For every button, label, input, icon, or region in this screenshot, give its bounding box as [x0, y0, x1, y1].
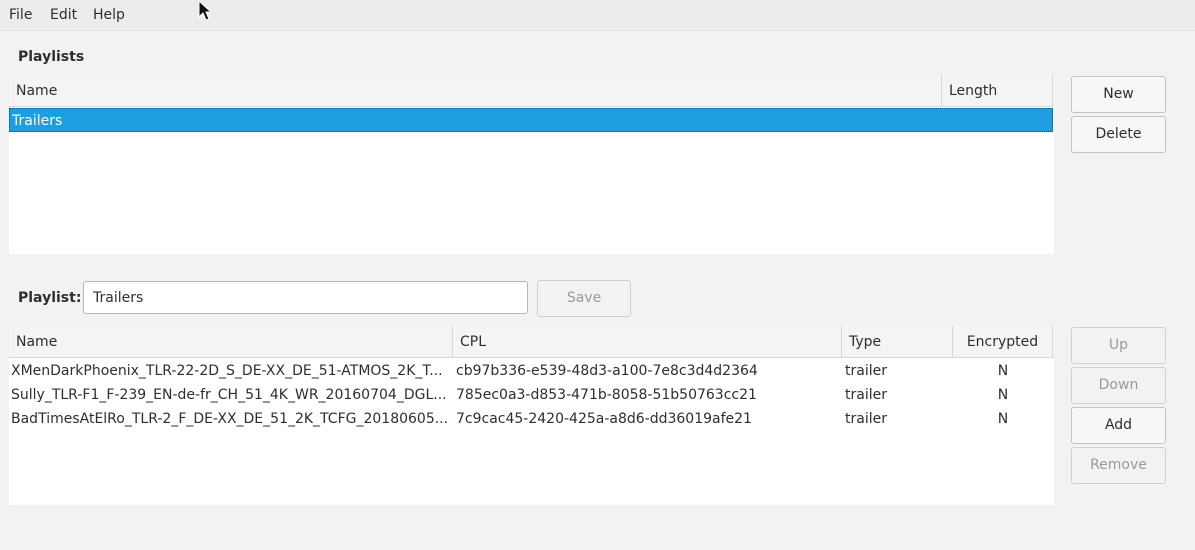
- playlist-name-input[interactable]: [83, 281, 528, 314]
- remove-button[interactable]: Remove: [1071, 447, 1166, 484]
- content-row-type: trailer: [845, 411, 887, 427]
- move-up-button[interactable]: Up: [1071, 327, 1166, 364]
- content-row[interactable]: Sully_TLR-F1_F-239_EN-de-fr_CH_51_4K_WR_…: [9, 383, 1054, 407]
- playlist-content-list[interactable]: Name CPL Type Encrypted XMenDarkPhoenix_…: [9, 326, 1054, 505]
- column-header-encrypted[interactable]: Encrypted: [953, 326, 1053, 358]
- playlists-list[interactable]: Name Length Trailers: [9, 75, 1054, 254]
- menu-bar: File Edit Help: [0, 0, 1195, 31]
- move-down-button[interactable]: Down: [1071, 367, 1166, 404]
- content-row[interactable]: XMenDarkPhoenix_TLR-22-2D_S_DE-XX_DE_51-…: [9, 359, 1054, 383]
- content-row-type: trailer: [845, 387, 887, 403]
- new-playlist-button[interactable]: New: [1071, 76, 1166, 113]
- column-header-name[interactable]: Name: [9, 75, 942, 107]
- content-row-name: Sully_TLR-F1_F-239_EN-de-fr_CH_51_4K_WR_…: [11, 387, 447, 403]
- content-row-cpl: cb97b336-e539-48d3-a100-7e8c3d4d2364: [456, 363, 758, 379]
- playlists-list-header: Name Length: [9, 75, 1054, 107]
- playlist-name-label: Playlist:: [18, 290, 82, 306]
- column-header-length[interactable]: Length: [942, 75, 1053, 107]
- playlist-row-length: [943, 109, 1053, 133]
- menu-file[interactable]: File: [9, 7, 32, 23]
- menu-help[interactable]: Help: [93, 7, 125, 23]
- content-row-type: trailer: [845, 363, 887, 379]
- content-row-encrypted: N: [997, 363, 1009, 379]
- content-row-cpl: 7c9cac45-2420-425a-a8d6-dd36019afe21: [456, 411, 752, 427]
- content-row-name: BadTimesAtElRo_TLR-2_F_DE-XX_DE_51_2K_TC…: [11, 411, 449, 427]
- playlist-row[interactable]: Trailers: [9, 108, 1053, 132]
- column-header-cpl[interactable]: CPL: [453, 326, 842, 358]
- save-button[interactable]: Save: [537, 280, 631, 317]
- content-row[interactable]: BadTimesAtElRo_TLR-2_F_DE-XX_DE_51_2K_TC…: [9, 407, 1054, 431]
- mouse-pointer-icon: [198, 0, 213, 21]
- content-row-encrypted: N: [997, 411, 1009, 427]
- content-row-encrypted: N: [997, 387, 1009, 403]
- menu-edit[interactable]: Edit: [50, 7, 77, 23]
- column-header-type[interactable]: Type: [842, 326, 953, 358]
- content-list-header: Name CPL Type Encrypted: [9, 326, 1054, 358]
- content-row-name: XMenDarkPhoenix_TLR-22-2D_S_DE-XX_DE_51-…: [11, 363, 443, 379]
- column-header-name[interactable]: Name: [9, 326, 453, 358]
- delete-playlist-button[interactable]: Delete: [1071, 116, 1166, 153]
- content-row-cpl: 785ec0a3-d853-471b-8058-51b50763cc21: [456, 387, 757, 403]
- playlist-row-name: Trailers: [12, 113, 63, 129]
- playlists-section-label: Playlists: [18, 49, 85, 65]
- add-button[interactable]: Add: [1071, 407, 1166, 444]
